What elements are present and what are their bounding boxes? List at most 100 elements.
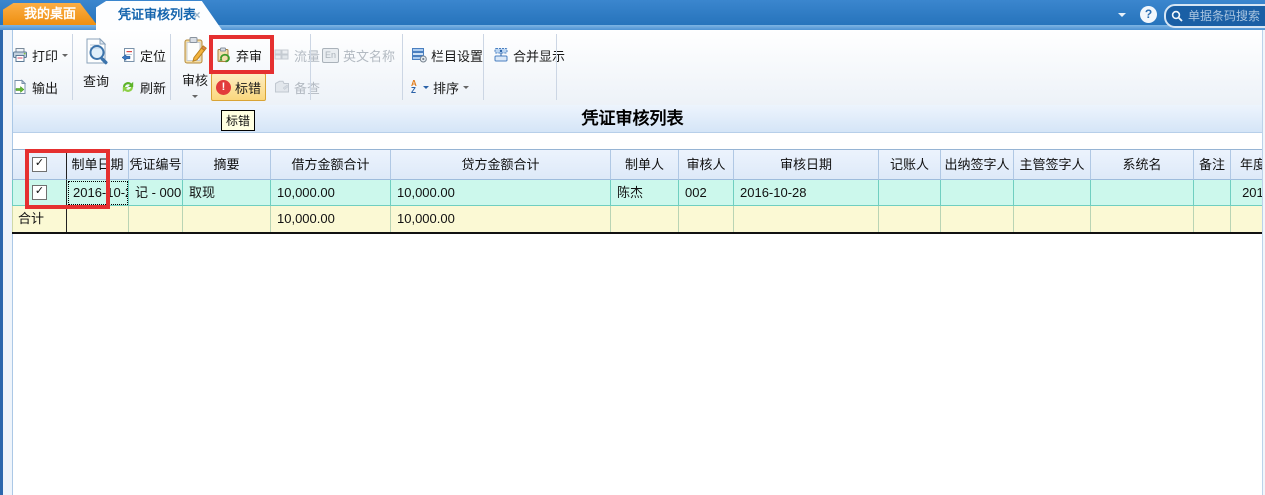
cell-date[interactable]: 2016-10-28 (67, 180, 129, 206)
help-icon[interactable]: ? (1140, 6, 1157, 23)
total-empty-cell (1194, 206, 1231, 232)
locate-button[interactable]: 定位 (116, 42, 170, 68)
header-cell-date: 制单日期 (67, 150, 129, 180)
cell-auditor[interactable]: 002 (679, 180, 734, 206)
locate-icon (121, 48, 135, 62)
cell-audit-date[interactable]: 2016-10-28 (734, 180, 879, 206)
mark-error-label: 标错 (235, 80, 262, 96)
merge-display-icon (494, 48, 508, 62)
mark-error-button[interactable]: ! 标错 (211, 73, 267, 101)
sort-icon: AZ (411, 79, 417, 95)
total-empty-cell (941, 206, 1014, 232)
unaudit-label: 弃审 (236, 48, 263, 64)
close-icon[interactable]: × (191, 9, 203, 21)
column-settings-icon (412, 48, 427, 63)
total-empty-cell (1231, 206, 1265, 232)
export-button[interactable]: 输出 (8, 74, 62, 100)
tab-voucher-audit-list[interactable]: 凭证审核列表 × (96, 1, 222, 30)
toolbar-separator (402, 34, 403, 100)
total-empty-cell (67, 206, 129, 232)
unaudit-button[interactable]: 弃审 (212, 42, 266, 68)
header-select-all-cell (13, 150, 67, 180)
row-checkbox[interactable] (32, 185, 47, 201)
cell-debit[interactable]: 10,000.00 (271, 180, 391, 206)
toolbar-separator (72, 34, 73, 100)
query-button[interactable]: 查询 (76, 37, 116, 90)
header-cell-bookkeeper: 记账人 (879, 150, 941, 180)
cell-voucher-no[interactable]: 记 - 0001 (129, 180, 183, 206)
query-icon (86, 37, 108, 65)
audit-icon (184, 37, 207, 64)
cell-remark[interactable] (1194, 180, 1231, 206)
table-header-row: 制单日期 凭证编号 摘要 借方金额合计 贷方金额合计 制单人 审核人 审核日期 … (12, 149, 1265, 180)
refresh-button[interactable]: 刷新 (116, 74, 170, 100)
audit-label: 审核 (181, 73, 208, 88)
table-bottom-border (12, 232, 1265, 234)
total-label-cell: 合计 (13, 206, 67, 232)
total-credit-cell: 10,000.00 (391, 206, 611, 232)
page-title: 凭证审核列表 (581, 109, 684, 128)
cell-manager-sign[interactable] (1014, 180, 1091, 206)
total-empty-cell (1014, 206, 1091, 232)
export-icon (14, 79, 27, 94)
header-cell-cashier-sign: 出纳签字人 (941, 150, 1014, 180)
flow-icon (274, 49, 289, 60)
top-tab-bar: 我的桌面 凭证审核列表 × ? (0, 0, 1265, 30)
header-cell-year: 年度 (1231, 150, 1265, 180)
cell-cashier-sign[interactable] (941, 180, 1014, 206)
query-label: 查询 (82, 74, 109, 89)
row-select-cell (13, 180, 67, 206)
header-cell-auditor: 审核人 (679, 150, 734, 180)
chevron-down-icon[interactable] (1118, 13, 1126, 21)
cell-creator[interactable]: 陈杰 (611, 180, 679, 206)
column-settings-button[interactable]: 栏目设置 (407, 42, 487, 68)
table-row: 2016-10-28 记 - 0001 取现 10,000.00 10,000.… (12, 180, 1265, 206)
audit-button[interactable]: 审核 (175, 36, 215, 104)
voucher-table: 制单日期 凭证编号 摘要 借方金额合计 贷方金额合计 制单人 审核人 审核日期 … (12, 149, 1265, 234)
cell-bookkeeper[interactable] (879, 180, 941, 206)
refresh-label: 刷新 (140, 80, 167, 96)
en-icon: En (322, 47, 339, 63)
merge-display-label: 合并显示 (513, 48, 566, 64)
audit-dropdown-caret[interactable] (192, 95, 198, 101)
unaudit-icon (217, 47, 230, 63)
cell-credit[interactable]: 10,000.00 (391, 180, 611, 206)
total-empty-cell (1091, 206, 1194, 232)
left-window-frame (0, 30, 13, 495)
cell-summary[interactable]: 取现 (183, 180, 271, 206)
toolbar: 打印 输出 查询 定位 刷新 审核 弃审 ! 标错 流量 备查 En 英文名称 … (0, 30, 1265, 106)
english-name-label: 英文名称 (343, 48, 396, 64)
print-dropdown-caret[interactable] (62, 53, 69, 60)
printer-icon (13, 48, 27, 62)
merge-display-button[interactable]: 合并显示 (489, 42, 569, 68)
search-input[interactable] (1186, 8, 1262, 24)
reference-button: 备查 (270, 74, 324, 100)
header-cell-debit-total: 借方金额合计 (271, 150, 391, 180)
total-empty-cell (879, 206, 941, 232)
error-icon: ! (216, 79, 231, 95)
cell-system-name[interactable] (1091, 180, 1194, 206)
total-empty-cell (183, 206, 271, 232)
print-button[interactable]: 打印 (8, 42, 72, 68)
total-debit-cell: 10,000.00 (271, 206, 391, 232)
cell-year[interactable]: 2016 (1231, 180, 1265, 206)
reference-label: 备查 (294, 80, 321, 96)
tab-label: 凭证审核列表 (118, 7, 197, 22)
select-all-checkbox[interactable] (32, 157, 47, 173)
sort-button[interactable]: AZ 排序 (407, 74, 473, 100)
sort-dropdown-caret[interactable] (463, 85, 470, 92)
header-cell-manager-sign: 主管签字人 (1014, 150, 1091, 180)
reference-icon (275, 80, 289, 93)
header-cell-credit-total: 贷方金额合计 (391, 150, 611, 180)
header-cell-system-name: 系统名 (1091, 150, 1194, 180)
total-empty-cell (129, 206, 183, 232)
table-total-row: 合计 10,000.00 10,000.00 (12, 206, 1265, 232)
toolbar-separator (310, 34, 311, 100)
refresh-icon (122, 81, 134, 93)
english-name-button: En 英文名称 (318, 42, 399, 68)
header-cell-audit-date: 审核日期 (734, 150, 879, 180)
mark-error-tooltip: 标错 (221, 110, 256, 131)
tab-my-desktop[interactable]: 我的桌面 (3, 3, 97, 25)
flow-button: 流量 (270, 42, 324, 68)
barcode-search-box[interactable] (1164, 4, 1265, 28)
